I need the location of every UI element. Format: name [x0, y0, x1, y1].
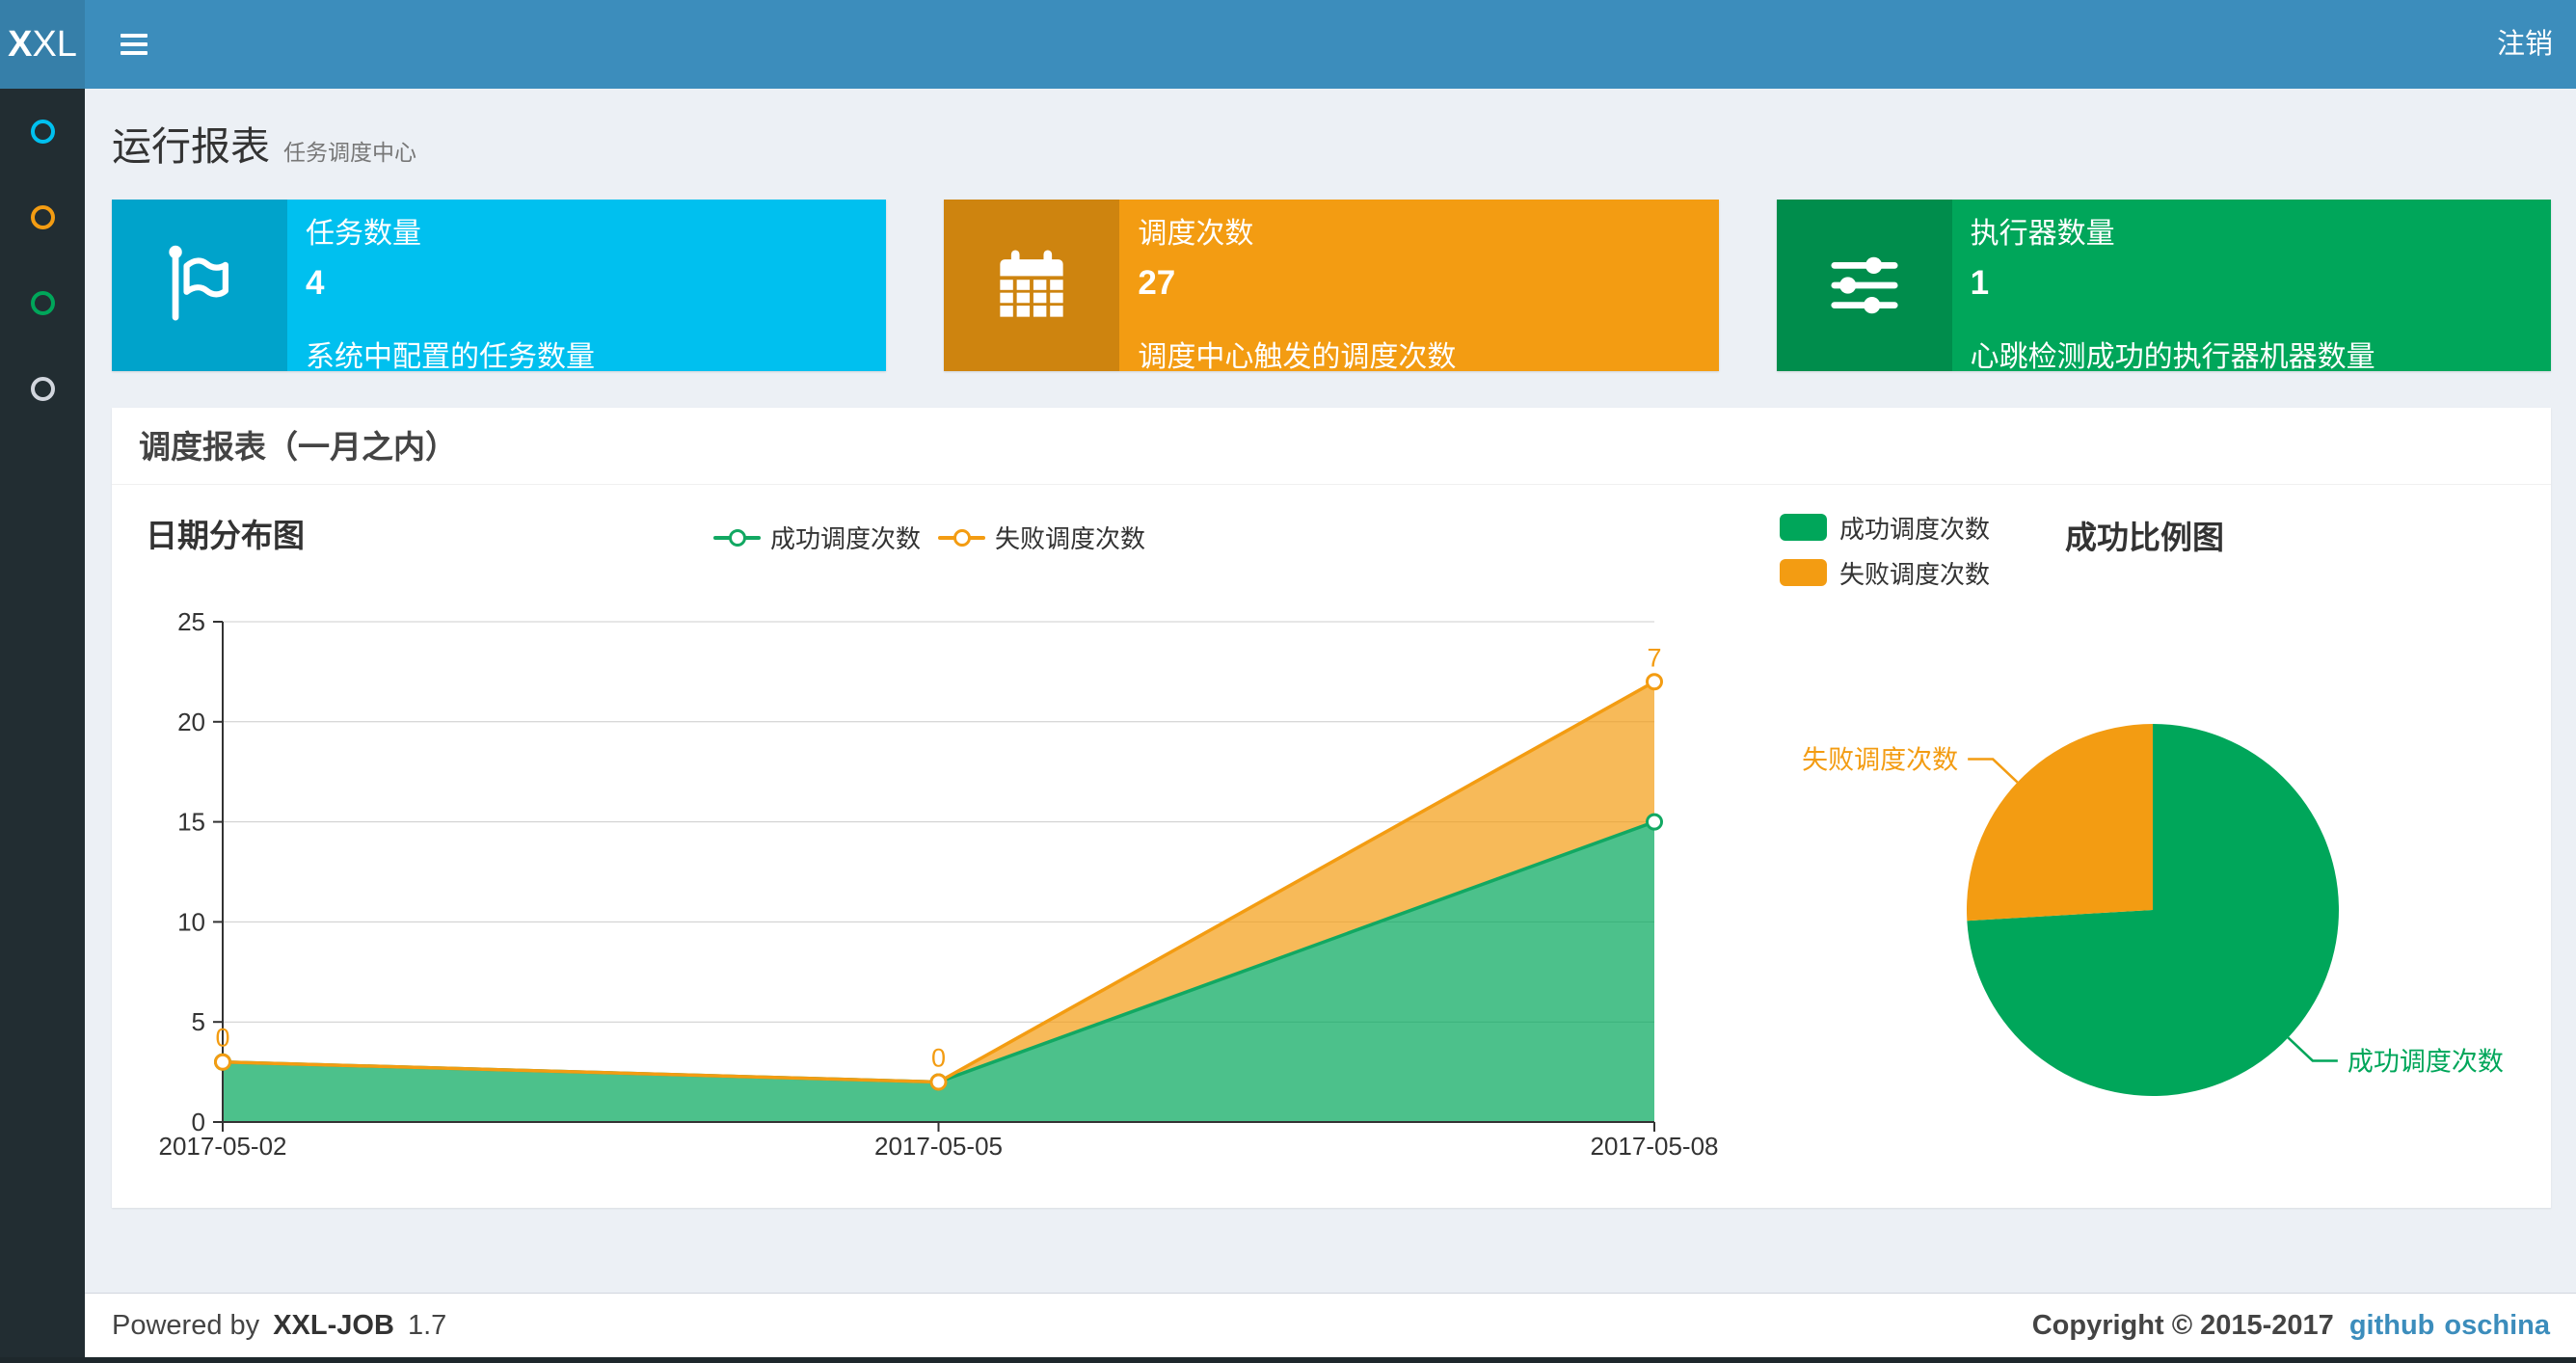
logo-rest-text: XL [32, 24, 77, 65]
info-box-description: 心跳检测成功的执行器机器数量 [1970, 341, 2375, 373]
info-box-row: 任务数量 4 系统中配置的任务数量 调度次数 27 调度中心触发的调度次数 执行… [112, 200, 2551, 373]
schedule-report-panel: 调度报表（一月之内） 日期分布图 成功调度次数 失败调度次数 成功调度次数 失败… [112, 408, 2551, 1208]
page-subtitle: 任务调度中心 [283, 140, 416, 165]
info-box-label: 调度次数 [1138, 218, 1254, 250]
legend-label: 成功调度次数 [770, 524, 922, 553]
line-chart-title: 日期分布图 [146, 518, 305, 553]
pie-legend-item-success[interactable]: 成功调度次数 [1780, 514, 1990, 544]
info-box-description: 调度中心触发的调度次数 [1138, 341, 1457, 373]
legend-swatch-icon [1780, 514, 1827, 541]
logo-bold-text: X [8, 24, 33, 65]
info-box-value: 4 [306, 264, 325, 302]
line-chart-legend: 成功调度次数 失败调度次数 [713, 520, 1145, 555]
circle-icon [30, 291, 55, 315]
svg-text:7: 7 [1647, 643, 1661, 672]
legend-item-failure[interactable]: 失败调度次数 [938, 520, 1145, 555]
window-bottom-edge [0, 1357, 2576, 1363]
circle-icon [30, 205, 55, 229]
legend-label: 失败调度次数 [995, 524, 1146, 553]
info-box-label: 执行器数量 [1970, 218, 2115, 250]
xxl-logo[interactable]: XXL [0, 0, 85, 89]
circle-icon [30, 120, 55, 144]
content-header: 运行报表 任务调度中心 [112, 114, 416, 172]
svg-text:2017-05-08: 2017-05-08 [1591, 1132, 1719, 1161]
info-box-executors: 执行器数量 1 心跳检测成功的执行器机器数量 [1776, 200, 2551, 373]
github-link[interactable]: github [2349, 1294, 2435, 1357]
svg-text:0: 0 [931, 1043, 946, 1072]
date-distribution-chart[interactable]: 05101520252017-05-02 2017-05-05 2017-05-08… [112, 578, 1751, 1186]
flag-icon [112, 200, 287, 371]
svg-text:10: 10 [177, 907, 205, 936]
calendar-icon [944, 200, 1120, 371]
svg-text:5: 5 [192, 1007, 205, 1036]
svg-text:25: 25 [177, 607, 205, 636]
oschina-link[interactable]: oschina [2444, 1294, 2550, 1357]
line-circle-marker-icon [938, 528, 986, 547]
hamburger-icon [121, 29, 148, 60]
svg-text:0: 0 [215, 1024, 229, 1053]
product-version: 1.7 [407, 1310, 447, 1341]
legend-label: 成功调度次数 [1839, 514, 1991, 544]
info-box-description: 系统中配置的任务数量 [306, 341, 595, 373]
sidebar-item-reports[interactable] [0, 89, 85, 174]
info-box-value: 27 [1138, 264, 1176, 302]
product-name: XXL-JOB [273, 1310, 394, 1341]
success-ratio-pie-chart[interactable]: 成功调度次数 失败调度次数 [1751, 578, 2551, 1195]
svg-text:2017-05-02: 2017-05-02 [159, 1132, 287, 1161]
sliders-icon [1776, 200, 1952, 371]
legend-item-success[interactable]: 成功调度次数 [713, 520, 921, 555]
svg-text:失败调度次数: 失败调度次数 [1802, 746, 1958, 775]
sidebar [0, 89, 85, 1363]
svg-text:成功调度次数: 成功调度次数 [2348, 1047, 2504, 1076]
powered-by-text: Powered by XXL-JOB 1.7 [112, 1310, 447, 1341]
sidebar-toggle-button[interactable] [96, 0, 172, 89]
footer: Powered by XXL-JOB 1.7 Copyright © 2015-… [85, 1293, 2576, 1357]
logout-link[interactable]: 注销 [2497, 0, 2553, 89]
info-box-triggers: 调度次数 27 调度中心触发的调度次数 [944, 200, 1719, 373]
sidebar-item-help[interactable] [0, 346, 85, 432]
svg-text:2017-05-05: 2017-05-05 [874, 1132, 1003, 1161]
line-circle-marker-icon [713, 528, 761, 547]
page-title: 运行报表 [112, 124, 270, 169]
svg-text:15: 15 [177, 808, 205, 837]
sidebar-item-jobs[interactable] [0, 174, 85, 260]
svg-text:20: 20 [177, 708, 205, 736]
info-box-value: 1 [1970, 264, 1990, 302]
info-box-tasks: 任务数量 4 系统中配置的任务数量 [112, 200, 887, 373]
top-navbar: XXL 注销 [0, 0, 2576, 89]
info-box-label: 任务数量 [306, 218, 421, 250]
circle-icon [30, 377, 55, 401]
copyright-text: Copyright © 2015-2017 [2031, 1310, 2334, 1341]
panel-title: 调度报表（一月之内） [112, 408, 2551, 485]
sidebar-item-executors[interactable] [0, 260, 85, 346]
pie-chart-title: 成功比例图 [2065, 520, 2224, 555]
